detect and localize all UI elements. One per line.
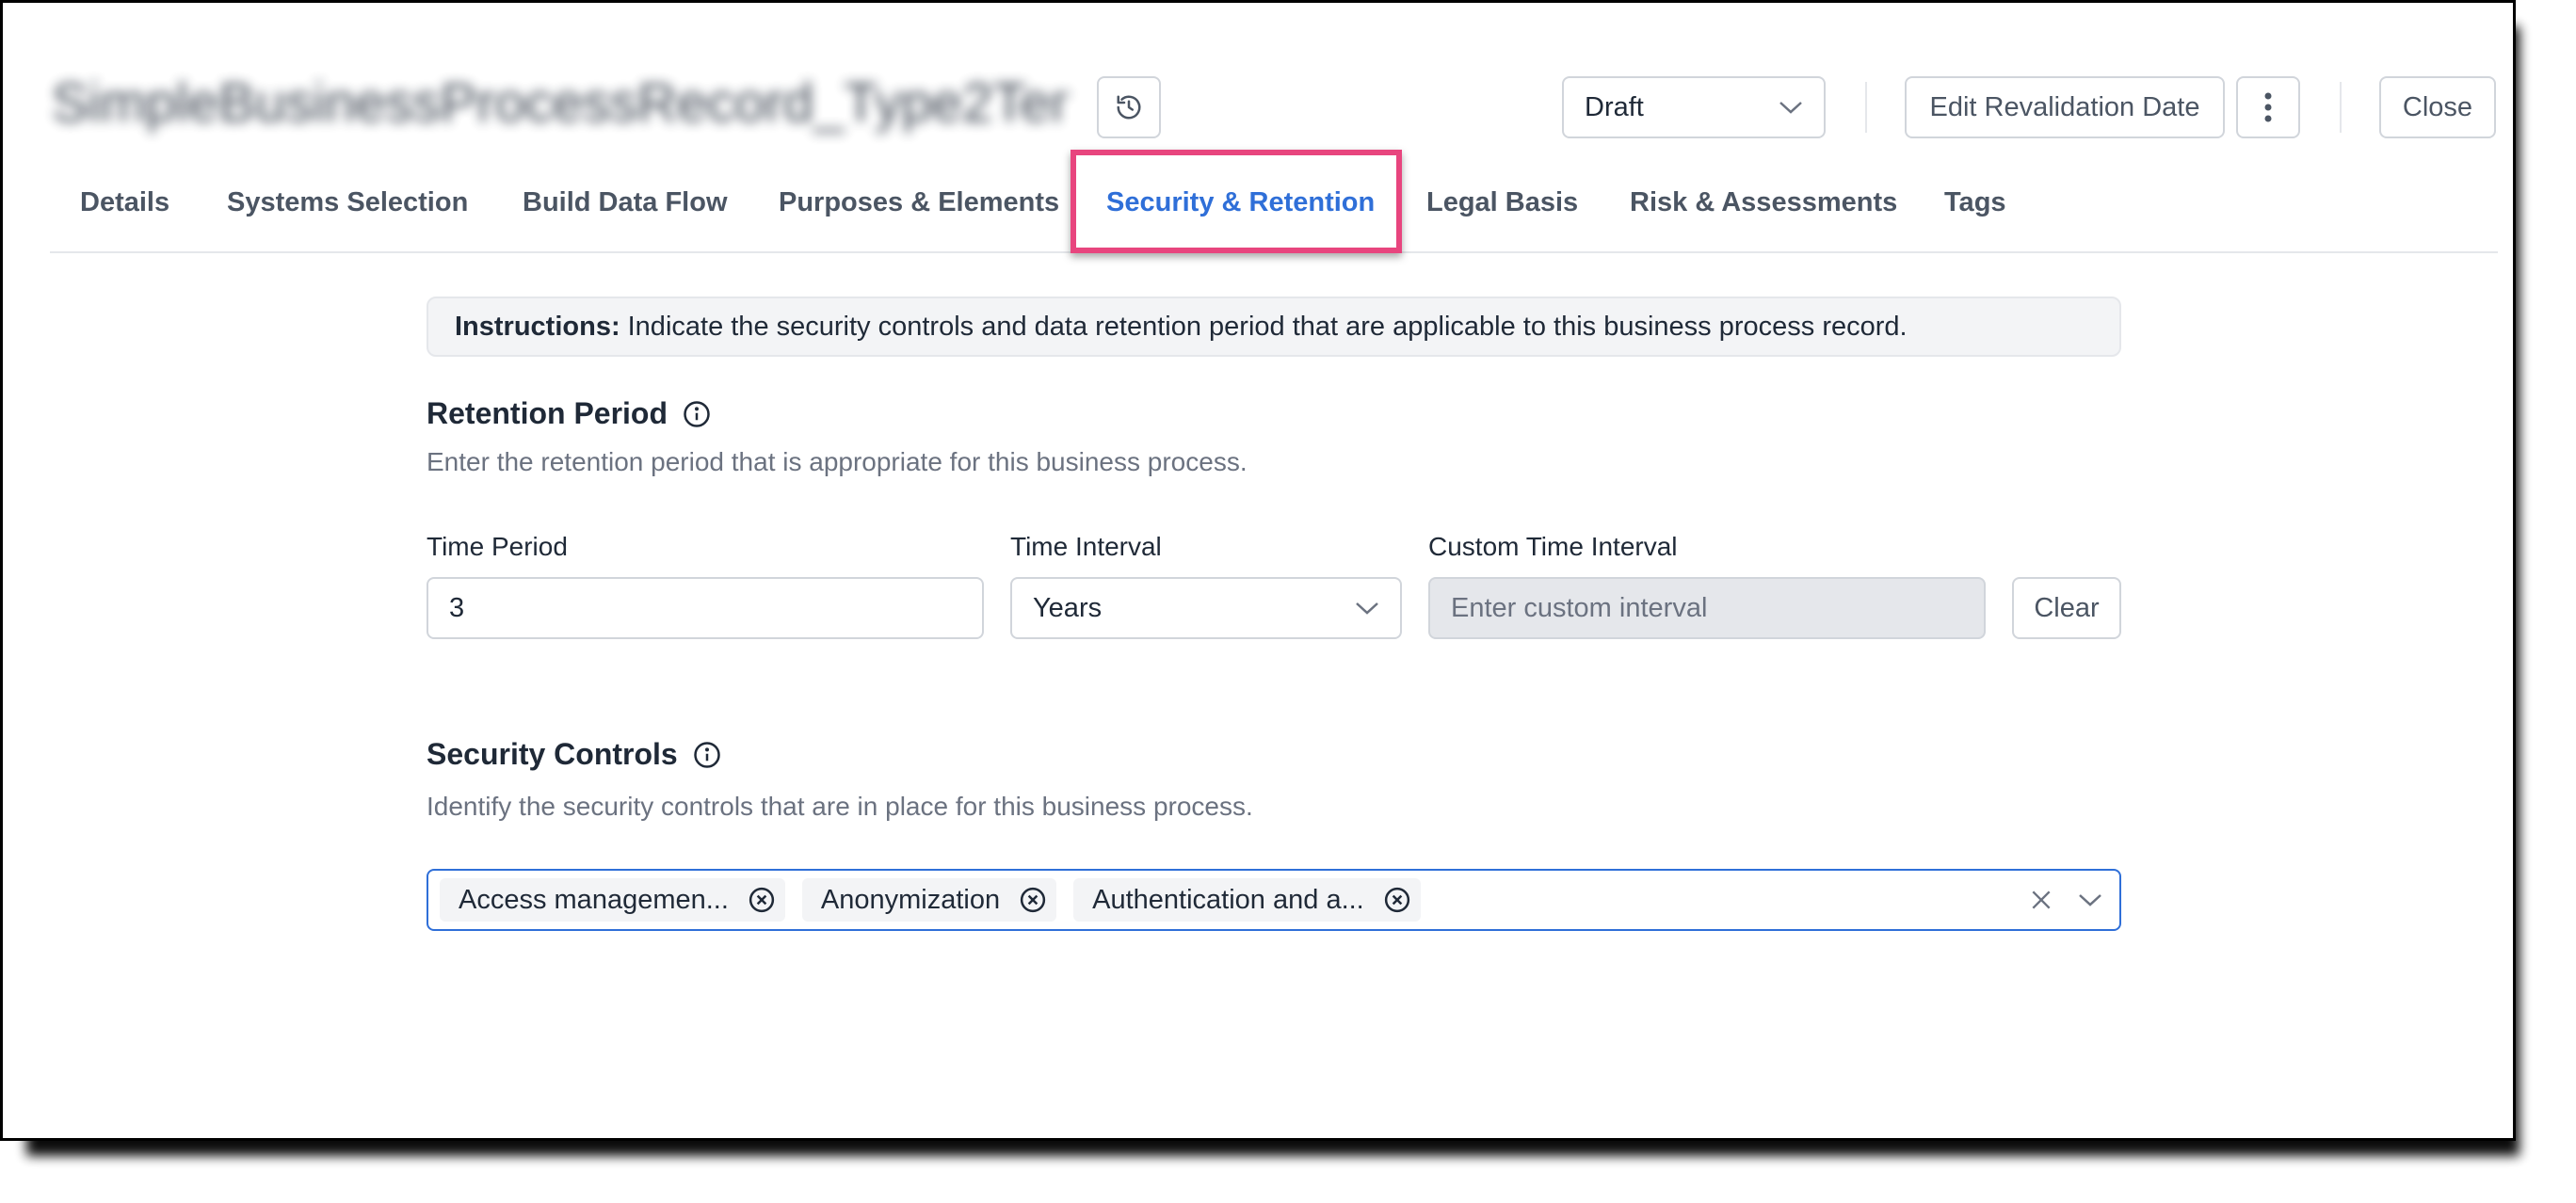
security-controls-multiselect[interactable]: Access managemen... Anonymization Authen…	[427, 869, 2121, 931]
instructions-banner: Instructions: Indicate the security cont…	[427, 297, 2121, 357]
retention-period-heading: Retention Period	[427, 396, 711, 431]
record-window: SimpleBusinessProcessRecord_Type2Templat…	[0, 0, 2516, 1141]
divider	[1865, 82, 1867, 133]
edit-revalidation-date-button[interactable]: Edit Revalidation Date	[1905, 76, 2225, 138]
tab-systems-selection[interactable]: Systems Selection	[227, 187, 468, 218]
security-controls-title: Security Controls	[427, 737, 678, 771]
clear-all-icon[interactable]	[2029, 888, 2053, 912]
tab-legal-basis[interactable]: Legal Basis	[1426, 187, 1578, 218]
instructions-text: Indicate the security controls and data …	[627, 311, 1908, 342]
selected-chip: Access managemen...	[440, 878, 785, 922]
security-controls-description: Identify the security controls that are …	[427, 792, 1253, 821]
security-controls-heading: Security Controls	[427, 737, 721, 772]
time-interval-select[interactable]: Years	[1010, 577, 1402, 639]
tab-build-data-flow[interactable]: Build Data Flow	[523, 187, 728, 218]
history-icon	[1117, 95, 1141, 120]
tab-risk-assessments[interactable]: Risk & Assessments	[1630, 187, 1897, 218]
retention-period-description: Enter the retention period that is appro…	[427, 447, 1248, 476]
record-title: SimpleBusinessProcessRecord_Type2Templat…	[52, 74, 1069, 133]
kebab-menu-icon	[2264, 92, 2272, 122]
chip-label: Anonymization	[820, 884, 1001, 915]
custom-time-interval-input[interactable]: Enter custom interval	[1428, 577, 1986, 639]
divider	[2340, 82, 2342, 133]
time-period-input[interactable]: 3	[427, 577, 984, 639]
retention-period-title: Retention Period	[427, 396, 668, 430]
time-period-label: Time Period	[427, 532, 568, 561]
history-button[interactable]	[1097, 76, 1161, 138]
active-tab-highlight	[1071, 150, 1402, 253]
selected-chip: Authentication and a...	[1073, 878, 1421, 922]
tab-details[interactable]: Details	[80, 187, 169, 218]
status-select-value: Draft	[1585, 91, 1644, 122]
chevron-down-icon	[1779, 102, 1802, 114]
time-interval-value: Years	[1033, 592, 1103, 623]
status-select[interactable]: Draft	[1562, 76, 1826, 138]
chip-label: Access managemen...	[459, 884, 729, 915]
remove-chip-icon[interactable]	[748, 886, 776, 914]
chip-label: Authentication and a...	[1092, 884, 1364, 915]
multiselect-controls	[2029, 871, 2102, 929]
clear-button[interactable]: Clear	[2012, 577, 2121, 639]
close-button[interactable]: Close	[2379, 76, 2496, 138]
info-icon[interactable]	[683, 400, 711, 428]
info-icon[interactable]	[693, 741, 721, 769]
chevron-down-icon[interactable]	[2078, 892, 2102, 907]
remove-chip-icon[interactable]	[1383, 886, 1411, 914]
tab-tags[interactable]: Tags	[1944, 187, 2006, 218]
more-options-button[interactable]	[2236, 76, 2300, 138]
chevron-down-icon	[1356, 602, 1378, 615]
custom-time-interval-label: Custom Time Interval	[1428, 532, 1678, 561]
selected-chip: Anonymization	[801, 878, 1057, 922]
time-interval-label: Time Interval	[1010, 532, 1162, 561]
remove-chip-icon[interactable]	[1019, 886, 1047, 914]
instructions-prefix: Instructions:	[455, 311, 620, 342]
tab-purposes-elements[interactable]: Purposes & Elements	[779, 187, 1059, 218]
